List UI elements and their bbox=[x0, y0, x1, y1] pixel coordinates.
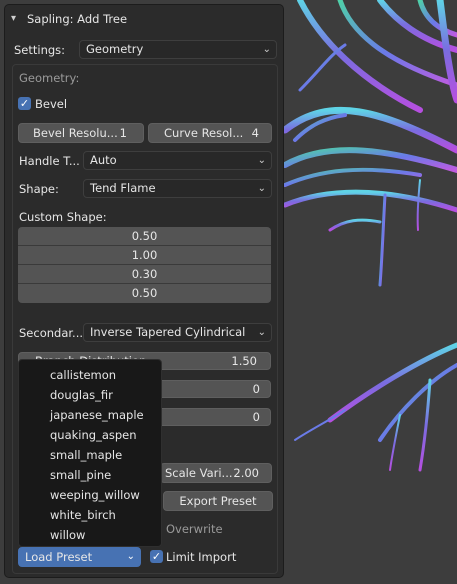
settings-value: Geometry bbox=[86, 42, 144, 56]
custom-shape-field-3[interactable]: 0.30 bbox=[18, 265, 271, 284]
menu-item-willow[interactable]: willow bbox=[50, 525, 85, 545]
custom-shape-field-1[interactable]: 0.50 bbox=[18, 227, 271, 246]
menu-item-small-pine[interactable]: small_pine bbox=[50, 465, 111, 485]
bevel-label: Bevel bbox=[35, 97, 68, 111]
tree-branches bbox=[281, 0, 457, 472]
bevel-resolution-label: Bevel Resolu... bbox=[33, 126, 118, 140]
overwrite-label: Overwrite bbox=[166, 522, 223, 536]
chevron-down-icon: ⌄ bbox=[257, 327, 266, 338]
custom-shape-field-2[interactable]: 1.00 bbox=[18, 246, 271, 265]
number-field-a-value: 0 bbox=[252, 382, 260, 396]
limit-import-label: Limit Import bbox=[166, 550, 237, 564]
settings-label: Settings: bbox=[14, 43, 66, 57]
shape-dropdown[interactable]: Tend Flame ⌄ bbox=[83, 179, 272, 198]
menu-item-japanese-maple[interactable]: japanese_maple bbox=[50, 405, 144, 425]
curve-resolution-field[interactable]: Curve Resol... 4 bbox=[148, 123, 272, 143]
scale-variation-value: 2.00 bbox=[233, 466, 259, 480]
secondary-dropdown[interactable]: Inverse Tapered Cylindrical ⌄ bbox=[83, 323, 272, 342]
chevron-down-icon: ⌄ bbox=[257, 155, 266, 166]
preset-menu: callistemon douglas_fir japanese_maple q… bbox=[18, 359, 162, 547]
chevron-down-icon: ⌄ bbox=[126, 551, 135, 562]
load-preset-label: Load Preset bbox=[25, 550, 93, 564]
panel-title: Sapling: Add Tree bbox=[27, 12, 128, 26]
secondary-label: Secondar... bbox=[19, 326, 84, 340]
limit-import-checkbox[interactable]: ✓ bbox=[150, 550, 163, 563]
menu-item-weeping-willow[interactable]: weeping_willow bbox=[50, 485, 140, 505]
load-preset-dropdown[interactable]: Load Preset ⌄ bbox=[18, 547, 141, 567]
chevron-down-icon[interactable]: ▾ bbox=[11, 13, 16, 24]
branch-distribution-value: 1.50 bbox=[231, 354, 257, 368]
export-preset-button[interactable]: Export Preset bbox=[163, 491, 273, 511]
scale-variation-field[interactable]: Scale Vari... 2.00 bbox=[160, 463, 272, 483]
geometry-heading: Geometry: bbox=[19, 71, 80, 85]
number-field-b-value: 0 bbox=[252, 410, 260, 424]
settings-dropdown[interactable]: Geometry ⌄ bbox=[79, 40, 277, 59]
menu-item-white-birch[interactable]: white_birch bbox=[50, 505, 116, 525]
bevel-resolution-field[interactable]: Bevel Resolu... 1 bbox=[18, 123, 144, 143]
menu-item-quaking-aspen[interactable]: quaking_aspen bbox=[50, 425, 137, 445]
scale-variation-label: Scale Vari... bbox=[165, 466, 233, 480]
chevron-down-icon: ⌄ bbox=[257, 183, 266, 194]
custom-shape-label: Custom Shape: bbox=[19, 210, 107, 224]
export-preset-label: Export Preset bbox=[179, 494, 257, 508]
handle-type-label: Handle T... bbox=[19, 154, 80, 168]
curve-resolution-label: Curve Resol... bbox=[164, 126, 244, 140]
handle-type-value: Auto bbox=[90, 153, 117, 167]
bevel-resolution-value: 1 bbox=[119, 126, 127, 140]
bevel-checkbox[interactable]: ✓ bbox=[18, 97, 31, 110]
handle-type-dropdown[interactable]: Auto ⌄ bbox=[83, 151, 272, 170]
menu-item-small-maple[interactable]: small_maple bbox=[50, 445, 122, 465]
custom-shape-field-4[interactable]: 0.50 bbox=[18, 284, 271, 303]
curve-resolution-value: 4 bbox=[251, 126, 259, 140]
shape-value: Tend Flame bbox=[90, 181, 156, 195]
custom-shape-fields: 0.50 1.00 0.30 0.50 bbox=[18, 227, 271, 306]
menu-item-douglas-fir[interactable]: douglas_fir bbox=[50, 385, 113, 405]
menu-item-callistemon[interactable]: callistemon bbox=[50, 365, 116, 385]
chevron-down-icon: ⌄ bbox=[262, 44, 271, 55]
secondary-value: Inverse Tapered Cylindrical bbox=[90, 325, 246, 339]
shape-label: Shape: bbox=[19, 182, 59, 196]
